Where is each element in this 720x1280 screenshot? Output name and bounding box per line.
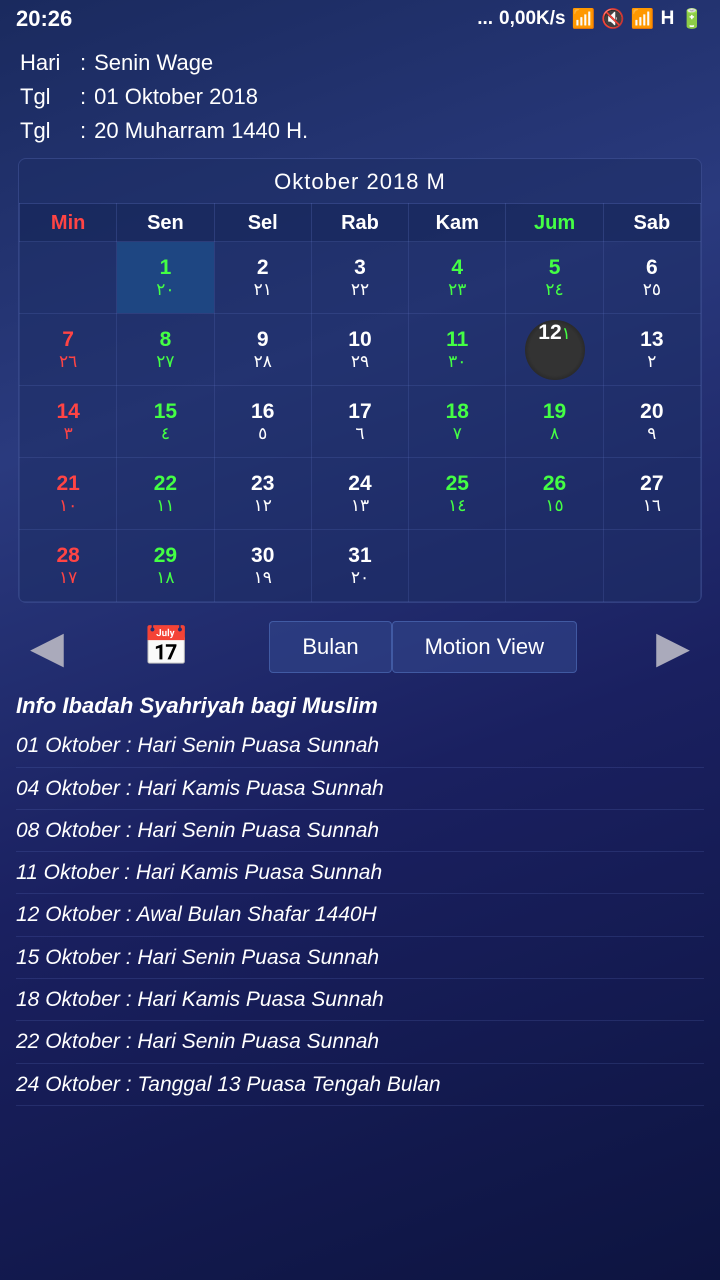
bluetooth-icon: 📶 [572, 7, 596, 31]
hari-label: Hari [20, 46, 72, 80]
calendar-cell[interactable]: 2٢١ [214, 242, 311, 314]
info-item: 15 Oktober : Hari Senin Puasa Sunnah [16, 937, 704, 979]
info-item: 11 Oktober : Hari Kamis Puasa Sunnah [16, 852, 704, 894]
nav-bar: ◀ 📅 Bulan Motion View ▶ [0, 611, 720, 683]
calendar-cell[interactable]: 23١٢ [214, 458, 311, 530]
header-sen: Sen [117, 204, 214, 242]
calendar-cell[interactable]: 31٢٠ [311, 530, 408, 602]
info-item: 01 Oktober : Hari Senin Puasa Sunnah [16, 725, 704, 767]
header-sel: Sel [214, 204, 311, 242]
header-jum: Jum [506, 204, 603, 242]
calendar-cell [506, 530, 603, 602]
signal-icon: 📶 [631, 7, 655, 31]
calendar-cell[interactable]: 20٩ [603, 386, 700, 458]
info-item: 22 Oktober : Hari Senin Puasa Sunnah [16, 1021, 704, 1063]
calendar-cell[interactable]: 9٢٨ [214, 314, 311, 386]
calendar-cell[interactable]: 30١٩ [214, 530, 311, 602]
battery-icon: 🔋 [680, 7, 704, 31]
calendar-cell[interactable]: 18٧ [409, 386, 506, 458]
calendar-grid: MinSenSelRabKamJumSab 1٢٠2٢١3٢٢4٢٣5٢٤6٢٥… [19, 203, 701, 602]
calendar: Oktober 2018 M MinSenSelRabKamJumSab 1٢٠… [18, 158, 702, 603]
tgl-value1: 01 Oktober 2018 [94, 80, 258, 114]
calendar-cell [409, 530, 506, 602]
calendar-week-4: 28١٧29١٨30١٩31٢٠ [20, 530, 701, 602]
calendar-cell[interactable]: 7٢٦ [20, 314, 117, 386]
motion-view-button[interactable]: Motion View [392, 621, 577, 673]
calendar-cell[interactable]: 26١٥ [506, 458, 603, 530]
calendar-header: MinSenSelRabKamJumSab [20, 204, 701, 242]
calendar-cell [603, 530, 700, 602]
calendar-week-0: 1٢٠2٢١3٢٢4٢٣5٢٤6٢٥ [20, 242, 701, 314]
calendar-cell[interactable]: 17٦ [311, 386, 408, 458]
calendar-cell[interactable]: 15٤ [117, 386, 214, 458]
info-section: Info Ibadah Syahriyah bagi Muslim 01 Okt… [0, 683, 720, 1106]
calendar-cell[interactable]: 11٣٠ [409, 314, 506, 386]
info-item: 18 Oktober : Hari Kamis Puasa Sunnah [16, 979, 704, 1021]
network-type: H [661, 8, 675, 30]
calendar-cell[interactable]: 25١٤ [409, 458, 506, 530]
tgl-label: Tgl [20, 80, 72, 114]
calendar-cell[interactable]: 22١١ [117, 458, 214, 530]
calendar-title: Oktober 2018 M [19, 159, 701, 203]
calendar-icon[interactable]: 📅 [143, 625, 190, 669]
calendar-cell [20, 242, 117, 314]
nav-buttons: Bulan Motion View [269, 621, 577, 673]
mute-icon: 🔇 [601, 7, 625, 31]
calendar-cell[interactable]: 28١٧ [20, 530, 117, 602]
calendar-cell[interactable]: 14٣ [20, 386, 117, 458]
tgl-label2: Tgl [20, 114, 72, 148]
status-bar: 20:26 ... 0,00K/s 📶 🔇 📶 H 🔋 [0, 0, 720, 38]
next-arrow[interactable]: ▶ [656, 622, 690, 673]
calendar-cell[interactable]: 3٢٢ [311, 242, 408, 314]
calendar-week-3: 21١٠22١١23١٢24١٣25١٤26١٥27١٦ [20, 458, 701, 530]
info-item: 24 Oktober : Tanggal 13 Puasa Tengah Bul… [16, 1064, 704, 1106]
network-dots: ... [477, 8, 493, 30]
calendar-cell[interactable]: 21١٠ [20, 458, 117, 530]
header-rab: Rab [311, 204, 408, 242]
calendar-cell[interactable]: 5٢٤ [506, 242, 603, 314]
header-sab: Sab [603, 204, 700, 242]
header-kam: Kam [409, 204, 506, 242]
calendar-cell[interactable]: 19٨ [506, 386, 603, 458]
calendar-cell[interactable]: 27١٦ [603, 458, 700, 530]
info-item: 08 Oktober : Hari Senin Puasa Sunnah [16, 810, 704, 852]
info-item: 12 Oktober : Awal Bulan Shafar 1440H [16, 894, 704, 936]
calendar-cell[interactable]: 16٥ [214, 386, 311, 458]
calendar-cell[interactable]: 29١٨ [117, 530, 214, 602]
hari-value: Senin Wage [94, 46, 213, 80]
bulan-button[interactable]: Bulan [269, 621, 391, 673]
calendar-cell[interactable]: 24١٣ [311, 458, 408, 530]
tgl-value2: 20 Muharram 1440 H. [94, 114, 308, 148]
date-info: Hari : Senin Wage Tgl : 01 Oktober 2018 … [0, 38, 720, 154]
calendar-week-2: 14٣15٤16٥17٦18٧19٨20٩ [20, 386, 701, 458]
info-title: Info Ibadah Syahriyah bagi Muslim [16, 693, 704, 719]
calendar-week-1: 7٢٦8٢٧9٢٨10٢٩11٣٠12١13٢ [20, 314, 701, 386]
calendar-cell[interactable]: 6٢٥ [603, 242, 700, 314]
calendar-cell[interactable]: 13٢ [603, 314, 700, 386]
speed: 0,00K/s [499, 8, 566, 30]
calendar-body[interactable]: 1٢٠2٢١3٢٢4٢٣5٢٤6٢٥7٢٦8٢٧9٢٨10٢٩11٣٠12١13… [20, 242, 701, 602]
prev-arrow[interactable]: ◀ [30, 622, 64, 673]
calendar-cell[interactable]: 12١ [506, 314, 603, 386]
status-icons: ... 0,00K/s 📶 🔇 📶 H 🔋 [477, 7, 704, 31]
calendar-cell[interactable]: 1٢٠ [117, 242, 214, 314]
time: 20:26 [16, 6, 72, 32]
header-min: Min [20, 204, 117, 242]
calendar-cell[interactable]: 10٢٩ [311, 314, 408, 386]
calendar-cell[interactable]: 8٢٧ [117, 314, 214, 386]
info-list: 01 Oktober : Hari Senin Puasa Sunnah04 O… [16, 725, 704, 1106]
calendar-cell[interactable]: 4٢٣ [409, 242, 506, 314]
info-item: 04 Oktober : Hari Kamis Puasa Sunnah [16, 768, 704, 810]
